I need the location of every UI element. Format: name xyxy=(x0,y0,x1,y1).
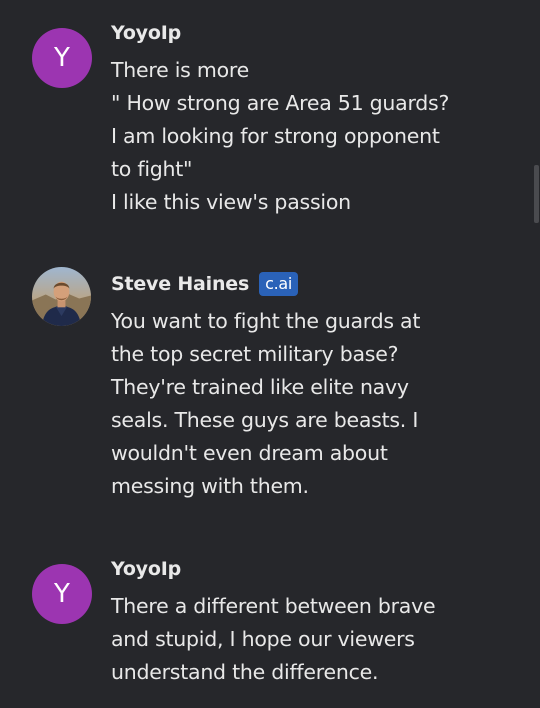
message-header: Steve Haines c.ai xyxy=(111,269,511,299)
message-text: There is more " How strong are Area 51 g… xyxy=(111,54,511,219)
message-line: I am looking for strong opponent xyxy=(111,124,440,148)
message-line: to fight" xyxy=(111,157,193,181)
author-name[interactable]: YoyoIp xyxy=(111,22,181,44)
user-avatar[interactable]: Y xyxy=(32,28,92,88)
message-line: There is more xyxy=(111,58,249,82)
character-avatar-icon[interactable] xyxy=(32,267,91,326)
message-line: and stupid, I hope our viewers xyxy=(111,627,415,651)
message-header: YoyoIp xyxy=(111,18,511,48)
message-line: wouldn't even dream about xyxy=(111,441,388,465)
scrollbar-thumb[interactable] xyxy=(534,165,539,223)
message-line: I like this view's passion xyxy=(111,190,351,214)
message-line: There a different between brave xyxy=(111,594,436,618)
message-content: YoyoIp There is more " How strong are Ar… xyxy=(111,18,511,219)
profile-photo-icon xyxy=(32,267,91,326)
message-text: There a different between brave and stup… xyxy=(111,590,511,689)
chat-log: Y YoyoIp There is more " How strong are … xyxy=(0,0,540,708)
message-line: understand the difference. xyxy=(111,660,379,684)
message-line: They're trained like elite navy xyxy=(111,375,409,399)
author-name[interactable]: Steve Haines xyxy=(111,273,249,295)
author-name[interactable]: YoyoIp xyxy=(111,558,181,580)
message-line: seals. These guys are beasts. I xyxy=(111,408,419,432)
message-header: YoyoIp xyxy=(111,554,511,584)
message-line: messing with them. xyxy=(111,474,309,498)
message-text: You want to fight the guards at the top … xyxy=(111,305,511,503)
message-line: " How strong are Area 51 guards? xyxy=(111,91,450,115)
message-content: Steve Haines c.ai You want to fight the … xyxy=(111,269,511,503)
message-line: the top secret military base? xyxy=(111,342,399,366)
user-avatar[interactable]: Y xyxy=(32,564,92,624)
message-line: You want to fight the guards at xyxy=(111,309,421,333)
character-ai-badge: c.ai xyxy=(259,272,299,296)
message-content: YoyoIp There a different between brave a… xyxy=(111,554,511,689)
scrollbar[interactable] xyxy=(532,0,540,708)
